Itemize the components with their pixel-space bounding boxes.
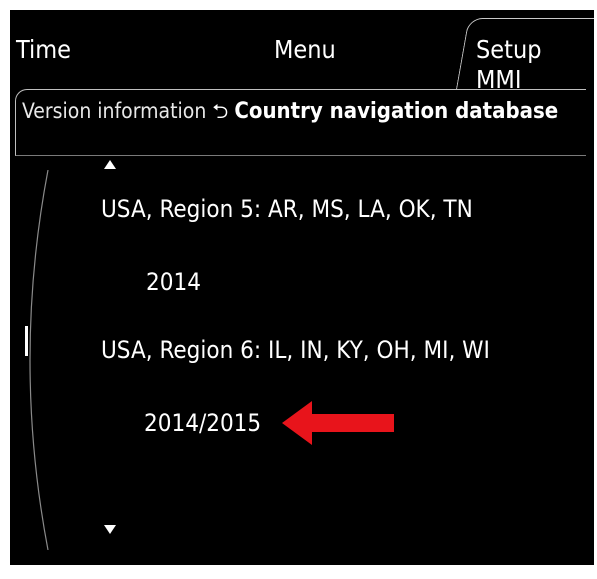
return-icon: ⮌ bbox=[212, 99, 229, 123]
page-title: Country navigation database bbox=[234, 99, 559, 124]
scroll-up-icon[interactable] bbox=[104, 160, 116, 169]
top-tab-bar: Time Menu Setup MMI bbox=[10, 10, 594, 94]
breadcrumb: Version information ⮌ Country navigation d… bbox=[22, 97, 558, 126]
list-item-region5[interactable]: USA, Region 5: AR, MS, LA, OK, TN bbox=[101, 194, 473, 224]
breadcrumb-parent[interactable]: Version information bbox=[22, 99, 206, 123]
scroll-thumb[interactable] bbox=[25, 326, 28, 356]
red-arrow-icon bbox=[282, 401, 394, 445]
list-item-region5-version: 2014 bbox=[146, 268, 201, 296]
mmi-screen: Time Menu Setup MMI Version information ⮌… bbox=[10, 10, 594, 565]
tab-time[interactable]: Time bbox=[16, 35, 71, 65]
tab-menu[interactable]: Menu bbox=[274, 35, 336, 65]
list-item-region6[interactable]: USA, Region 6: IL, IN, KY, OH, MI, WI bbox=[101, 335, 490, 365]
tab-setup-mmi[interactable]: Setup MMI bbox=[476, 35, 594, 95]
list-item-region6-version: 2014/2015 bbox=[144, 409, 262, 437]
scroll-down-icon[interactable] bbox=[104, 525, 116, 534]
scroll-track[interactable] bbox=[20, 170, 100, 550]
